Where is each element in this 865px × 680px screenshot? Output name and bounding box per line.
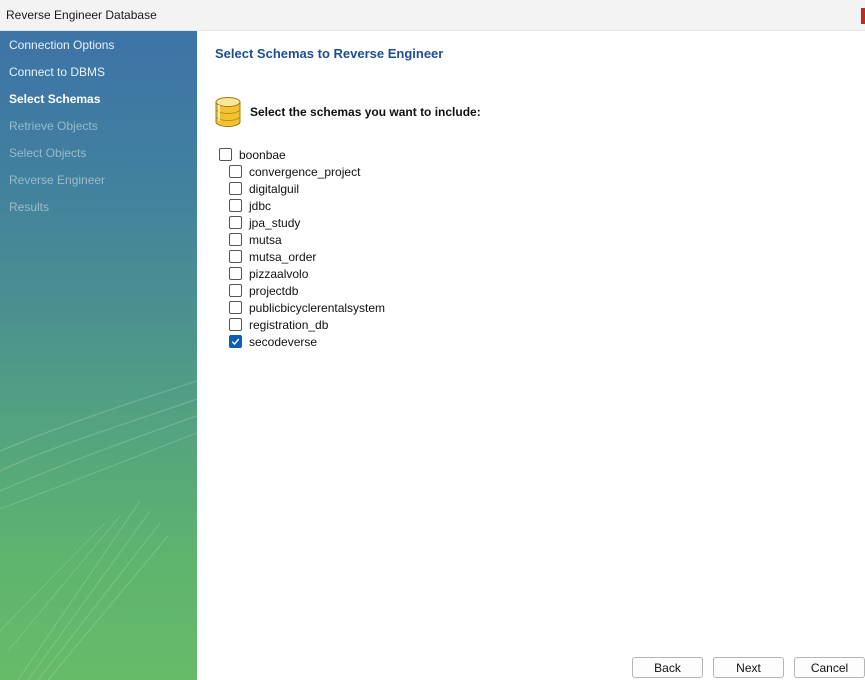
step-reverse-engineer: Reverse Engineer [9,173,106,187]
schema-label: registration_db [249,317,329,332]
step-retrieve-objects: Retrieve Objects [9,119,98,133]
cancel-button[interactable]: Cancel [794,657,865,678]
schema-label: mutsa [249,232,282,247]
schema-item-jpa-study[interactable]: jpa_study [229,214,300,231]
schema-item-mutsa[interactable]: mutsa [229,231,282,248]
schema-label: digitalguil [249,181,300,196]
schema-checkbox[interactable] [229,182,242,195]
step-select-schemas: Select Schemas [9,92,101,106]
back-button[interactable]: Back [632,657,703,678]
step-select-objects: Select Objects [9,146,87,160]
schema-checkbox[interactable] [229,233,242,246]
schema-item-projectdb[interactable]: projectdb [229,282,298,299]
schema-item-publicbicyclerentalsystem[interactable]: publicbicyclerentalsystem [229,299,385,316]
schema-checkbox[interactable] [229,301,242,314]
wizard-sidebar: Connection Options Connect to DBMS Selec… [0,31,197,680]
schema-label: mutsa_order [249,249,317,264]
schema-checkbox[interactable] [229,216,242,229]
schema-checkbox[interactable] [229,250,242,263]
schema-checkbox[interactable] [229,165,242,178]
schema-label: projectdb [249,283,299,298]
schema-checkbox[interactable] [219,148,232,161]
instruction-text: Select the schemas you want to include: [250,105,481,119]
database-icon [215,97,241,127]
schema-label: publicbicyclerentalsystem [249,300,386,315]
schema-checkbox[interactable] [229,284,242,297]
schema-checkbox[interactable] [229,335,242,348]
schema-item-boonbae[interactable]: boonbae [219,146,286,163]
schema-item-pizzaalvolo[interactable]: pizzaalvolo [229,265,308,282]
step-connect-to-dbms: Connect to DBMS [9,65,106,79]
schema-item-convergence-project[interactable]: convergence_project [229,163,360,180]
checkmark-icon [231,338,240,346]
schema-label: secodeverse [249,334,318,349]
schema-label: convergence_project [249,164,361,179]
schema-checkbox[interactable] [229,318,242,331]
page-title: Select Schemas to Reverse Engineer [215,46,444,61]
schema-label: jdbc [249,198,272,213]
schema-checkbox[interactable] [229,199,242,212]
schema-checkbox[interactable] [229,267,242,280]
schema-item-mutsa-order[interactable]: mutsa_order [229,248,316,265]
schema-label: boonbae [239,147,286,162]
next-button[interactable]: Next [713,657,784,678]
window-title: Reverse Engineer Database [6,8,157,22]
wizard-content: Select Schemas to Reverse Engineer Selec… [197,31,865,680]
schema-item-registration-db[interactable]: registration_db [229,316,328,333]
step-results: Results [9,200,50,214]
title-bar: Reverse Engineer Database [0,0,865,31]
step-connection-options: Connection Options [9,38,115,52]
schema-item-secodeverse[interactable]: secodeverse [229,333,317,350]
close-button[interactable] [861,8,865,24]
schema-label: jpa_study [249,215,301,230]
schema-item-digitalguil[interactable]: digitalguil [229,180,299,197]
schema-item-jdbc[interactable]: jdbc [229,197,271,214]
schema-label: pizzaalvolo [249,266,309,281]
